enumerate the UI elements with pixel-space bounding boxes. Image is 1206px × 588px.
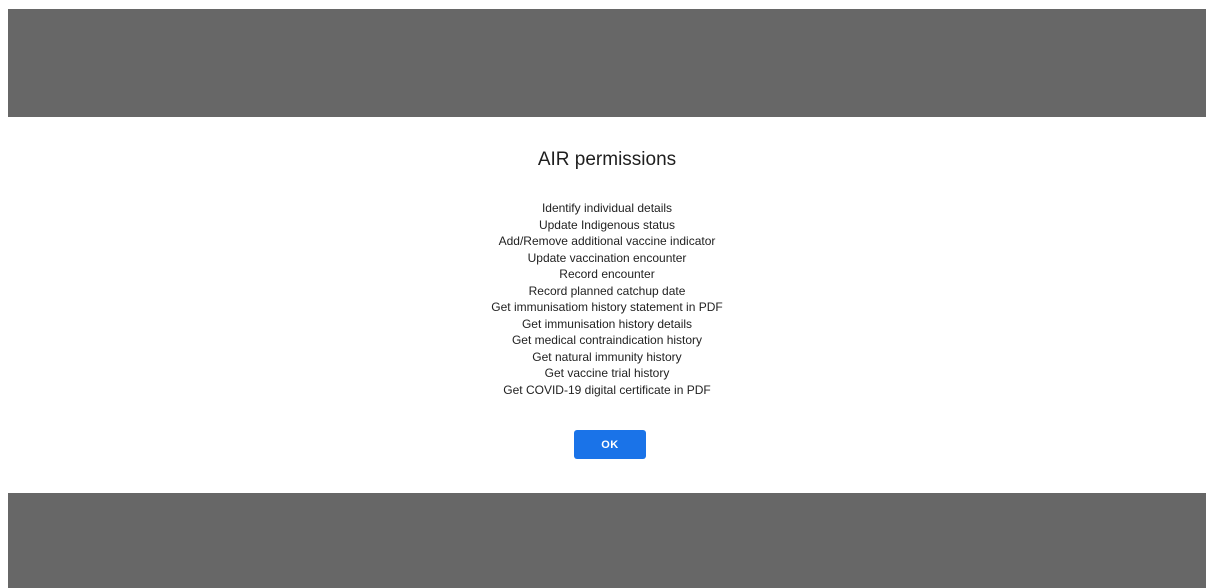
page: AIR permissions Identify individual deta… [0,0,1206,588]
permission-item: Get medical contraindication history [511,333,703,347]
ok-button[interactable]: OK [574,430,646,459]
permission-item: Get natural immunity history [532,349,682,364]
permission-item: Record planned catchup date [528,283,686,298]
modal-backdrop-bottom[interactable] [8,493,1206,588]
air-permissions-dialog: AIR permissions Identify individual deta… [8,117,1206,493]
permission-list: Identify individual details Update Indig… [8,200,1206,398]
permission-item: Update Indigenous status [538,217,676,232]
permission-item: Get immunisation history details [521,316,693,331]
permission-item: Identify individual details [541,201,673,215]
permission-item: Add/Remove additional vaccine indicator [498,234,716,248]
permission-item: Record encounter [559,267,655,281]
permission-item: Get COVID-19 digital certificate in PDF [503,382,711,397]
dialog-title: AIR permissions [537,149,677,170]
permission-item: Update vaccination encounter [527,250,687,265]
permission-item: Get immunisatiom history statement in PD… [491,300,723,314]
modal-backdrop-top[interactable] [8,9,1206,117]
permission-item: Get vaccine trial history [544,366,670,380]
